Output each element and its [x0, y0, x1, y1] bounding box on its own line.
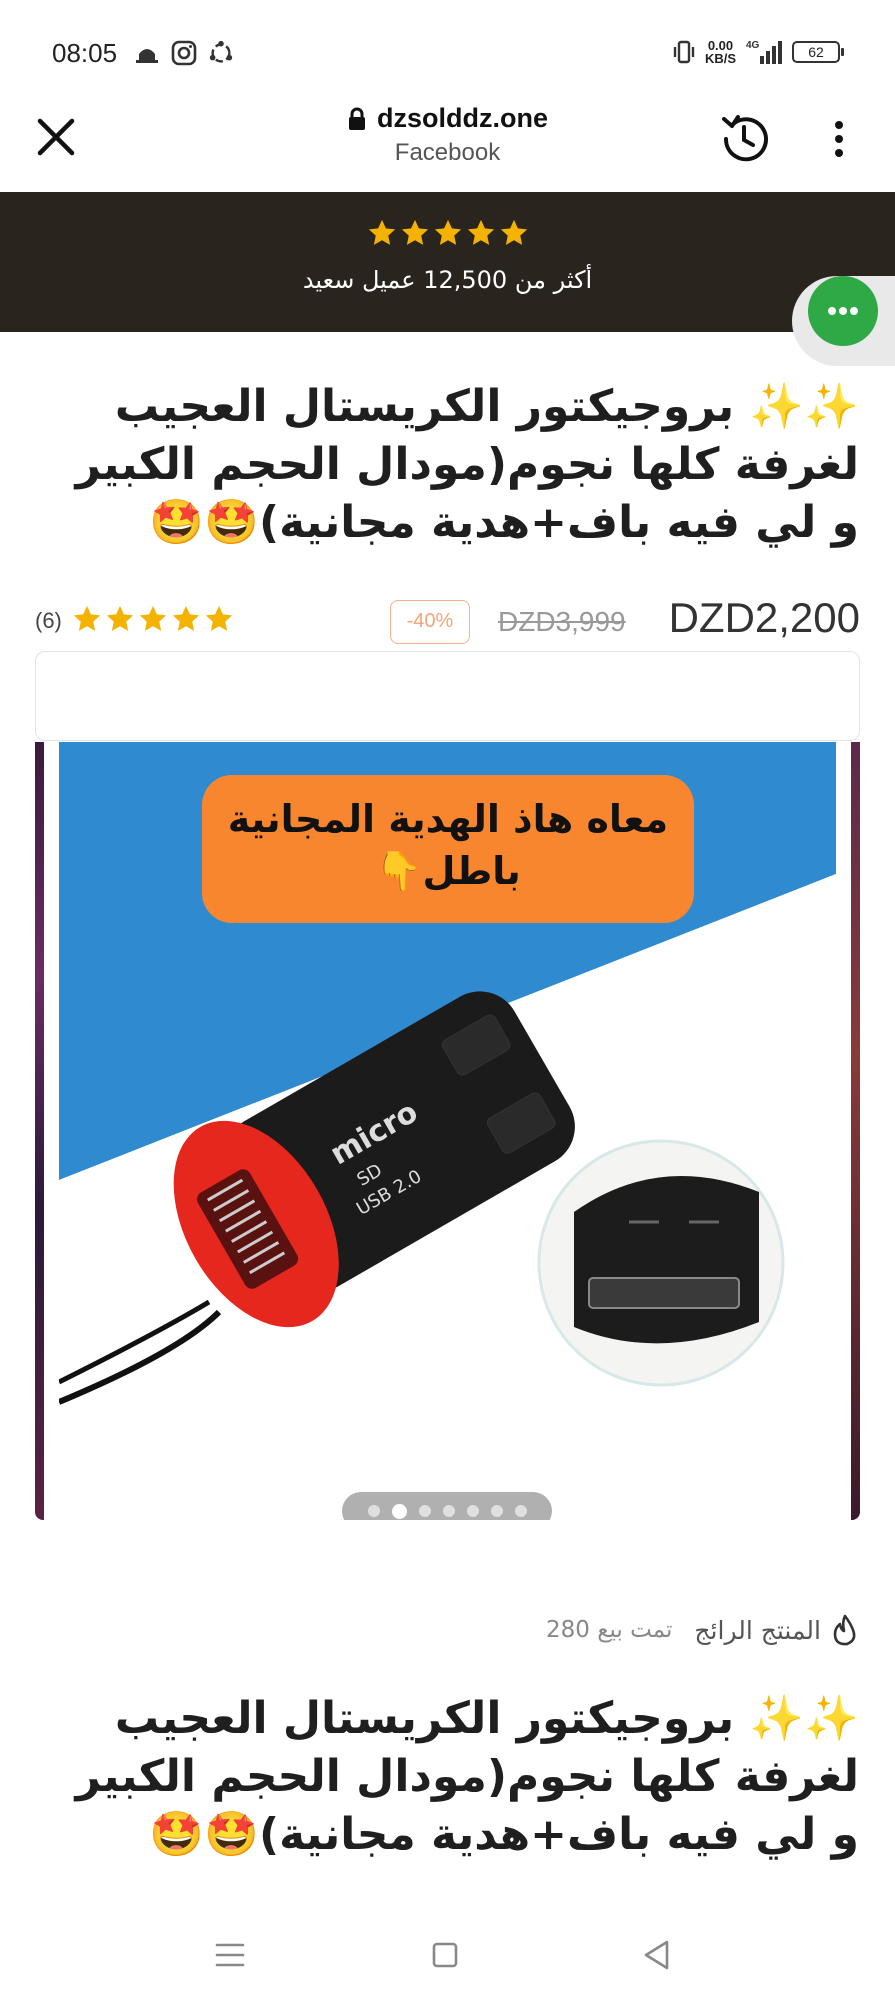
trust-banner: أكثر من 12,500 عميل سعيد — [0, 192, 895, 332]
system-nav-bar — [0, 1910, 895, 2000]
star-icon — [434, 219, 461, 245]
variant-box — [35, 651, 860, 741]
product-title: ✨✨ بروجيكتور الكريستال العجيب لغرفة كلها… — [19, 378, 859, 552]
product-title-secondary: ✨✨ بروجيكتور الكريستال العجيب لغرفة كلها… — [19, 1690, 859, 1864]
network-type: 4G — [746, 40, 760, 51]
rating-count[interactable]: (6) — [35, 608, 62, 634]
promo-line: باطل👇 — [375, 849, 521, 893]
mosque-icon — [136, 49, 158, 63]
promo-label: معاه هاذ الهدية المجانية باطل👇 — [202, 775, 694, 923]
banner-text: أكثر من 12,500 عميل سعيد — [302, 266, 593, 294]
old-price: DZD3,999 — [498, 606, 626, 637]
current-price: DZD2,200 — [668, 594, 860, 641]
slider-dot[interactable] — [466, 1505, 479, 1517]
star-icon — [500, 219, 527, 245]
signal-icon: 4G — [746, 40, 782, 64]
home-icon[interactable] — [420, 1930, 470, 1980]
star-icon — [205, 605, 233, 631]
lock-icon — [349, 107, 365, 130]
product-title-line: لغرفة كلها نجوم(مودال الحجم الكبير — [75, 439, 859, 490]
slider-dot[interactable] — [418, 1505, 431, 1517]
prev-slide-peek[interactable] — [35, 742, 44, 1520]
instagram-icon — [171, 40, 197, 66]
sync-icon — [209, 40, 233, 63]
star-icon — [172, 605, 200, 631]
product-title-line: ✨✨ بروجيكتور الكريستال العجيب — [114, 1693, 859, 1744]
promo-line: معاه هاذ الهدية المجانية — [227, 797, 669, 841]
address-bar[interactable]: dzsolddz.one Facebook — [250, 103, 645, 167]
status-time: 08:05 — [52, 38, 118, 68]
banner-stars — [0, 218, 895, 248]
star-icon — [73, 605, 101, 631]
status-bar: 08:05 0.00 KB/S 4G 62 — [0, 0, 895, 108]
back-icon[interactable] — [632, 1930, 682, 1980]
menu-icon[interactable] — [205, 1930, 255, 1980]
product-title-line: لغرفة كلها نجوم(مودال الحجم الكبير — [75, 1751, 859, 1802]
flame-icon — [833, 1614, 856, 1646]
star-icon — [368, 219, 395, 245]
best-seller-row: المنتج الرائج تمت بيع 280 — [546, 1614, 859, 1646]
url-source: Facebook — [394, 138, 501, 166]
slider-dot[interactable] — [391, 1503, 407, 1519]
product-title-line: ✨✨ بروجيكتور الكريستال العجيب — [114, 381, 859, 432]
net-speed: 0.00 KB/S — [704, 38, 736, 66]
discount-badge: -40% — [390, 600, 470, 644]
slider-dot[interactable] — [490, 1505, 503, 1517]
product-title-line: و لي فيه باف+هدية مجانية)🤩🤩 — [149, 1809, 859, 1860]
sold-count: تمت بيع 280 — [546, 1617, 673, 1643]
product-title-line: و لي فيه باف+هدية مجانية)🤩🤩 — [149, 497, 859, 548]
chat-icon[interactable] — [808, 276, 878, 346]
product-image-slider[interactable]: micro SD USB 2.0 معاه هاذ الهدية المجاني… — [35, 742, 860, 1520]
history-icon[interactable] — [716, 111, 772, 167]
battery-icon: 62 — [792, 41, 844, 63]
best-seller-label: المنتج الرائج — [694, 1615, 821, 1645]
more-vert-icon[interactable] — [826, 117, 852, 161]
close-icon[interactable] — [34, 115, 78, 159]
product-image[interactable]: micro SD USB 2.0 معاه هاذ الهدية المجاني… — [59, 742, 836, 1520]
star-icon — [139, 605, 167, 631]
slider-dot[interactable] — [442, 1505, 455, 1517]
url-domain: dzsolddz.one — [377, 103, 548, 133]
slider-dot[interactable] — [367, 1505, 380, 1517]
rating-stars[interactable] — [72, 604, 234, 634]
next-slide-peek[interactable] — [851, 742, 860, 1520]
slider-pagination[interactable] — [342, 1492, 552, 1520]
star-icon — [106, 605, 134, 631]
star-icon — [401, 219, 428, 245]
browser-toolbar: dzsolddz.one Facebook — [0, 95, 895, 192]
vibrate-icon — [673, 40, 695, 64]
star-icon — [467, 219, 494, 245]
slider-dot[interactable] — [514, 1505, 527, 1517]
